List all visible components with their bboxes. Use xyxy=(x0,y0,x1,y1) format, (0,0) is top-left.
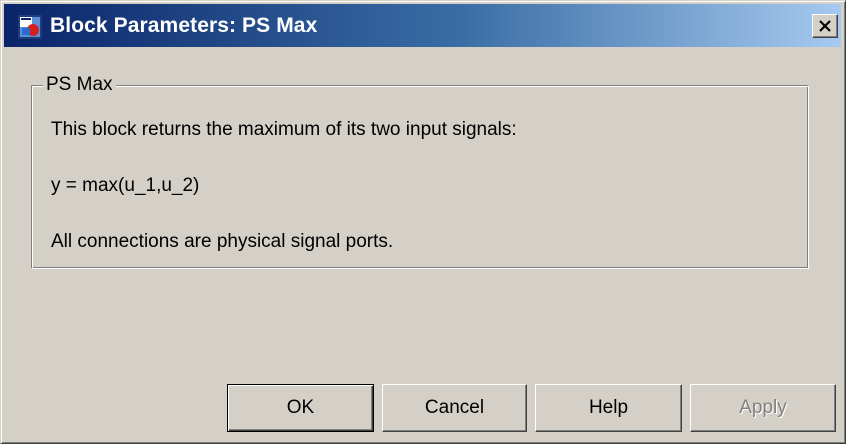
close-icon xyxy=(819,20,831,32)
cancel-button[interactable]: Cancel xyxy=(382,384,527,432)
description-text: This block returns the maximum of its tw… xyxy=(51,119,517,140)
apply-button[interactable]: Apply xyxy=(690,384,836,432)
connections-note: All connections are physical signal port… xyxy=(51,231,394,252)
close-button[interactable] xyxy=(812,14,838,38)
ok-button[interactable]: OK xyxy=(227,384,374,432)
group-title: PS Max xyxy=(43,72,116,98)
window-title: Block Parameters: PS Max xyxy=(50,14,318,37)
help-button[interactable]: Help xyxy=(535,384,682,432)
simulink-block-icon xyxy=(18,15,42,39)
title-bar[interactable]: Block Parameters: PS Max xyxy=(4,4,841,47)
equation-text: y = max(u_1,u_2) xyxy=(51,175,200,196)
dialog-window: Block Parameters: PS Max PS Max This blo… xyxy=(0,0,846,444)
